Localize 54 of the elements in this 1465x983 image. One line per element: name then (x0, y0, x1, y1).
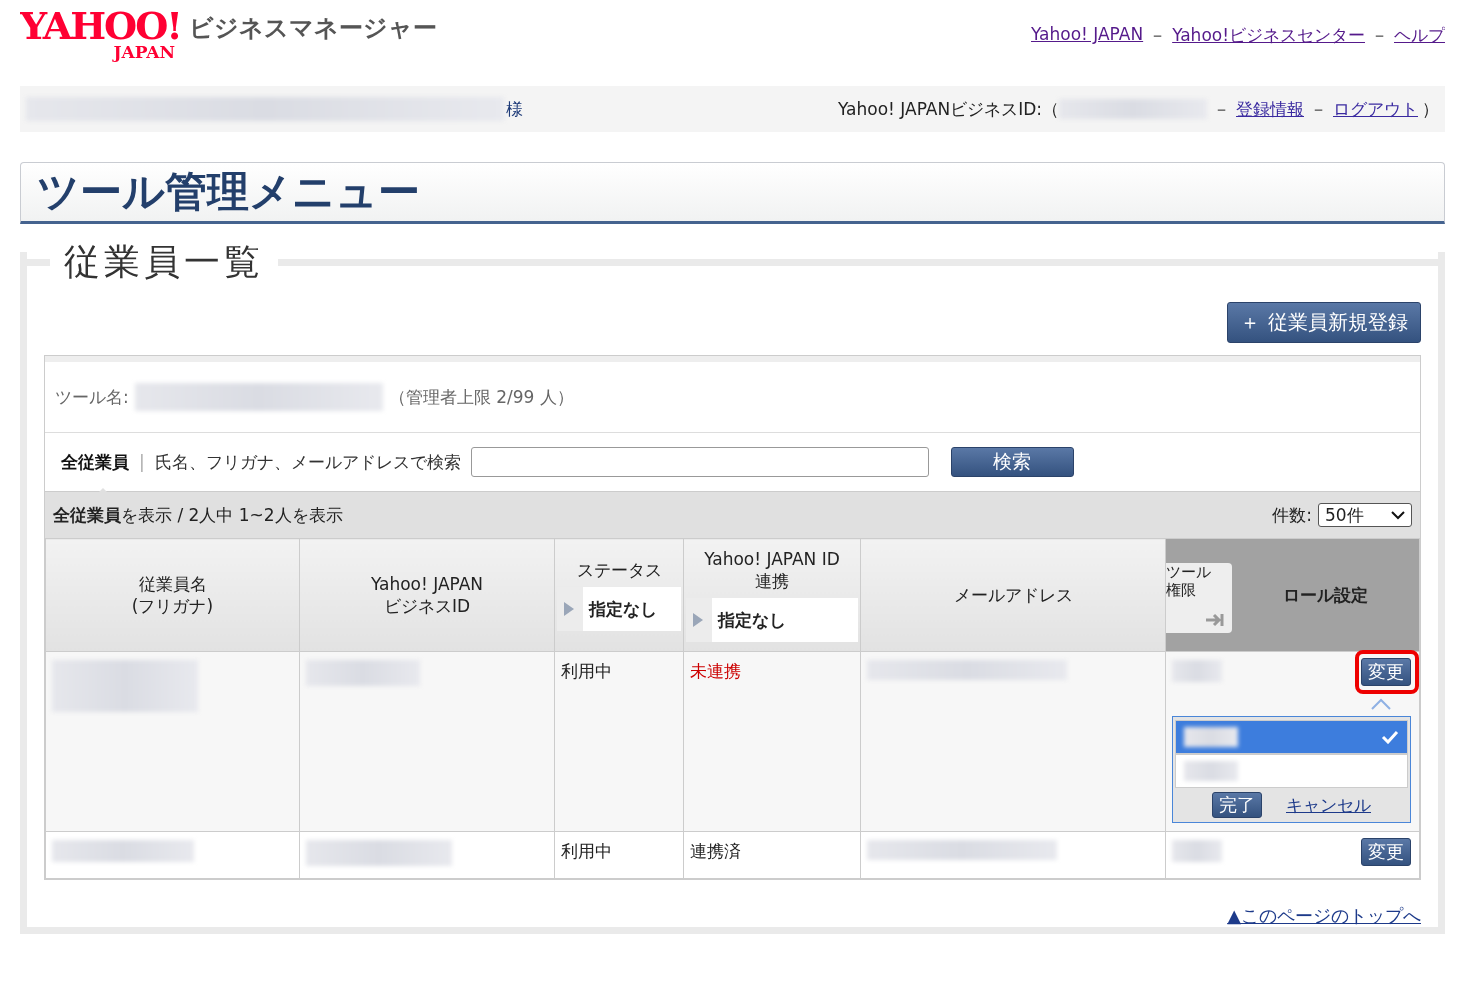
blurred-text (1172, 660, 1222, 682)
column-header: ロール設定 (1282, 584, 1369, 606)
admin-limit: （管理者上限 2/99 人） (388, 385, 574, 409)
count-label: 件数: (1272, 503, 1312, 527)
tool-name-label: ツール名: (55, 385, 129, 409)
column-filter[interactable]: 指定なし (557, 587, 681, 631)
yahoo-logo: YAHOO! JAPAN (20, 8, 181, 61)
search-field[interactable] (470, 447, 929, 477)
arrow-to-bar-icon (1206, 613, 1226, 627)
column-header: Yahoo! JAPAN ID 連携 (703, 548, 841, 592)
column-filter[interactable]: 指定なし (686, 598, 858, 642)
link-status-cell: 未連携 (690, 661, 741, 681)
result-summary: 全従業員を表示 / 2人中 1~2人を表示 (53, 503, 343, 527)
blurred-text (1172, 840, 1222, 862)
divider: | (139, 452, 145, 472)
caret-up-icon (1371, 698, 1391, 710)
header-link[interactable]: ヘルプ (1394, 24, 1445, 47)
done-button[interactable]: 完了 (1212, 792, 1262, 818)
triangle-right-icon (564, 602, 574, 616)
tool-permission-tab[interactable]: ツール 権限 (1166, 563, 1232, 633)
separator: － (1149, 24, 1167, 47)
check-icon (1381, 730, 1399, 744)
separator: － (1310, 97, 1327, 121)
account-link[interactable]: ログアウト (1333, 97, 1418, 121)
change-button[interactable]: 変更 (1361, 838, 1411, 866)
section-title: 従業員一覧 (63, 239, 265, 284)
page-title: ツール管理メニュー (20, 162, 1445, 224)
cancel-link[interactable]: キャンセル (1286, 793, 1371, 817)
account-link[interactable]: 登録情報 (1236, 97, 1304, 121)
add-employee-button[interactable]: ＋ 従業員新規登録 (1227, 302, 1421, 343)
chevron-down-icon (1391, 510, 1405, 520)
column-header: 従業員名 (フリガナ) (130, 573, 215, 617)
honorific: 様 (506, 97, 523, 121)
search-button[interactable]: 検索 (950, 447, 1074, 477)
status-cell: 利用中 (561, 841, 612, 861)
change-button[interactable]: 変更 (1361, 658, 1411, 686)
header-link[interactable]: Yahoo! JAPAN (1031, 24, 1144, 47)
close-paren: ） (1422, 97, 1439, 121)
status-cell: 利用中 (561, 661, 612, 681)
separator: － (1371, 24, 1388, 47)
link-status-cell: 連携済 (690, 841, 741, 861)
column-header: メールアドレス (952, 584, 1074, 606)
header-link[interactable]: Yahoo!ビジネスセンター (1172, 24, 1365, 47)
column-header: Yahoo! JAPAN ビジネスID (369, 573, 485, 617)
business-id-label: Yahoo! JAPANビジネスID:（ (838, 97, 1059, 121)
role-option[interactable] (1175, 754, 1408, 788)
column-header: ステータス (575, 559, 663, 581)
page-top-link[interactable]: ▲このページのトップへ (1227, 904, 1421, 928)
role-option[interactable] (1175, 720, 1408, 754)
separator: － (1213, 97, 1230, 121)
filter-tab[interactable]: 氏名、フリガナ、メールアドレスで検索 (154, 450, 461, 474)
triangle-right-icon (693, 613, 703, 627)
product-name: ビジネスマネージャー (188, 13, 437, 44)
count-select[interactable]: 50件 (1318, 503, 1412, 527)
